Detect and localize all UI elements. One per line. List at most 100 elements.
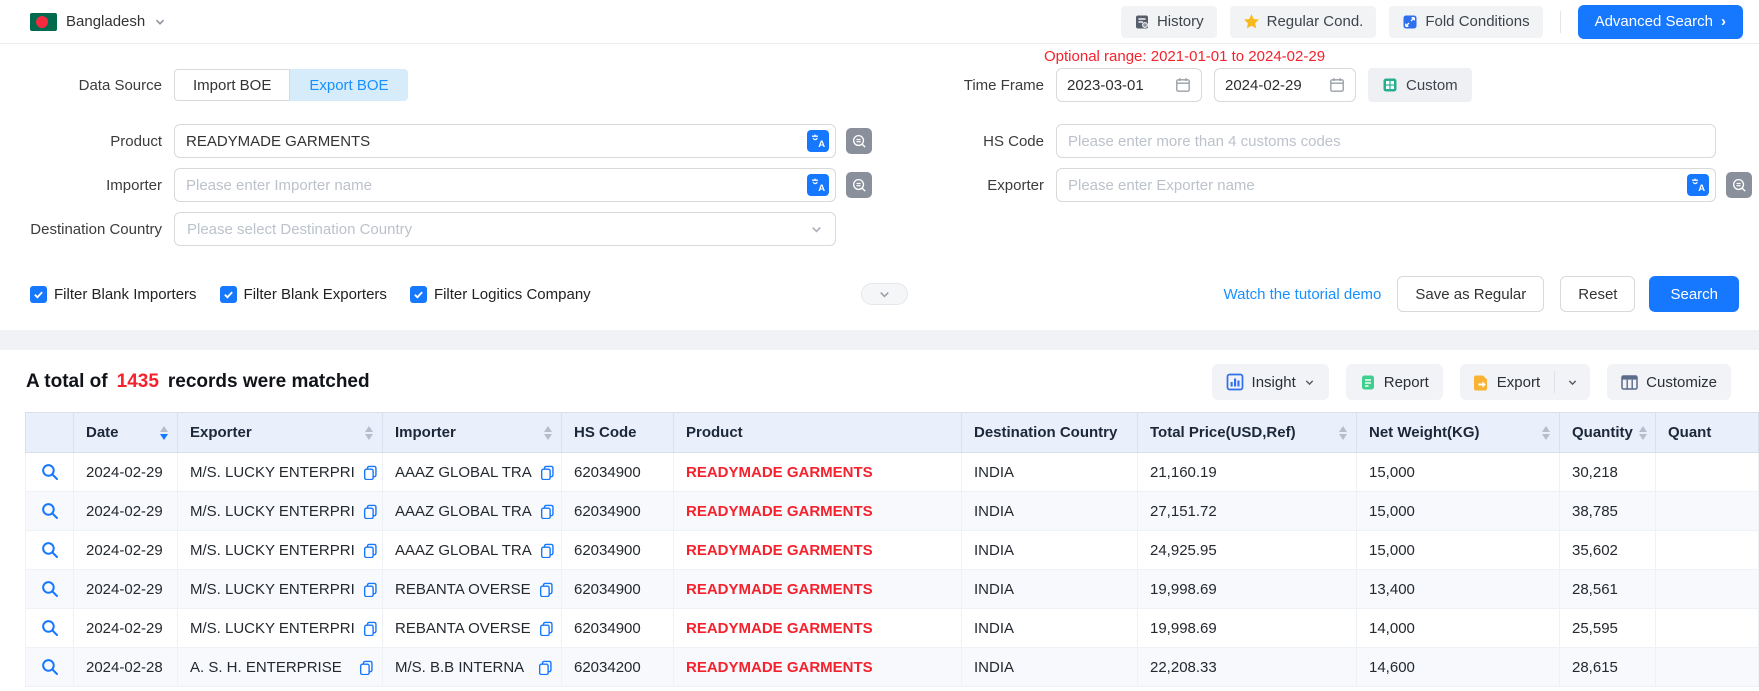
cell-importer: AAAZ GLOBAL TRA <box>383 531 562 570</box>
row-detail-search-icon[interactable] <box>41 580 59 598</box>
tab-import-boe[interactable]: Import BOE <box>174 69 290 101</box>
copy-icon[interactable] <box>540 465 555 480</box>
cell-exporter: M/S. LUCKY ENTERPRI <box>178 453 383 492</box>
col-header-product: Product <box>674 413 962 453</box>
copy-icon[interactable] <box>539 582 554 597</box>
regular-cond-button[interactable]: Regular Cond. <box>1230 6 1377 38</box>
cell-actions <box>26 648 74 687</box>
cell-exporter: M/S. LUCKY ENTERPRI <box>178 531 383 570</box>
fuzzy-match-icon[interactable] <box>846 128 872 154</box>
results-total-text: A total of1435records were matched <box>26 371 370 393</box>
customize-label: Customize <box>1646 374 1717 391</box>
report-button[interactable]: Report <box>1346 364 1443 400</box>
product-input[interactable] <box>174 124 836 158</box>
table-row: 2024-02-29 M/S. LUCKY ENTERPRI AAAZ GLOB… <box>26 492 1759 531</box>
reset-button[interactable]: Reset <box>1560 276 1635 312</box>
cell-importer: AAAZ GLOBAL TRA <box>383 453 562 492</box>
cell-actions <box>26 492 74 531</box>
export-button[interactable]: Export <box>1460 364 1554 400</box>
advanced-search-button[interactable]: Advanced Search › <box>1578 5 1743 39</box>
insight-button[interactable]: Insight <box>1212 364 1329 400</box>
cell-importer: AAAZ GLOBAL TRA <box>383 492 562 531</box>
filter-blank-importers-checkbox[interactable]: Filter Blank Importers <box>30 286 197 303</box>
custom-range-button[interactable]: Custom <box>1368 68 1472 102</box>
tab-export-boe[interactable]: Export BOE <box>290 69 407 101</box>
col-header-date: Date <box>74 413 178 453</box>
calendar-icon <box>1329 77 1345 93</box>
collapse-conditions-button[interactable] <box>861 283 908 305</box>
end-date-input[interactable]: 2024-02-29 <box>1214 68 1356 102</box>
cell-net-weight: 15,000 <box>1357 492 1560 531</box>
customize-button[interactable]: Customize <box>1607 364 1731 400</box>
export-menu-button[interactable] <box>1555 364 1590 400</box>
copy-icon[interactable] <box>363 621 378 636</box>
save-as-regular-button[interactable]: Save as Regular <box>1397 276 1544 312</box>
row-detail-search-icon[interactable] <box>41 619 59 637</box>
sort-icon[interactable] <box>538 426 552 440</box>
cell-total-price: 21,160.19 <box>1138 453 1357 492</box>
filter-logistics-company-checkbox[interactable]: Filter Logitics Company <box>410 286 591 303</box>
results-header: A total of1435records were matched Insig… <box>0 350 1759 400</box>
total-count: 1435 <box>108 371 168 392</box>
copy-icon[interactable] <box>539 621 554 636</box>
copy-icon[interactable] <box>359 660 374 675</box>
translate-icon[interactable]: A <box>1687 174 1709 196</box>
svg-text:A: A <box>818 139 825 149</box>
copy-icon[interactable] <box>363 582 378 597</box>
cell-product: READYMADE GARMENTS <box>674 453 962 492</box>
country-selector[interactable]: Bangladesh <box>30 13 166 31</box>
row-detail-search-icon[interactable] <box>41 502 59 520</box>
data-source-segmented: Import BOE Export BOE <box>174 69 408 101</box>
sort-icon[interactable] <box>1333 426 1347 440</box>
advanced-search-label: Advanced Search <box>1595 13 1713 30</box>
copy-icon[interactable] <box>363 543 378 558</box>
copy-icon[interactable] <box>363 465 378 480</box>
col-header-quantity: Quantity <box>1560 413 1656 453</box>
importer-input[interactable] <box>174 168 836 202</box>
export-label: Export <box>1497 374 1540 391</box>
translate-icon[interactable]: A <box>807 174 829 196</box>
insight-chart-icon <box>1226 373 1244 391</box>
tutorial-demo-link[interactable]: Watch the tutorial demo <box>1224 286 1382 303</box>
hs-code-input[interactable] <box>1056 124 1716 158</box>
table-row: 2024-02-29 M/S. LUCKY ENTERPRI REBANTA O… <box>26 609 1759 648</box>
destination-country-label: Destination Country <box>0 221 174 238</box>
sort-icon[interactable] <box>1536 426 1550 440</box>
history-label: History <box>1157 13 1204 30</box>
fuzzy-match-icon[interactable] <box>846 172 872 198</box>
sort-icon[interactable] <box>154 426 168 440</box>
translate-icon[interactable]: A <box>807 130 829 152</box>
results-actions: Insight Report Export <box>1212 364 1731 400</box>
history-button[interactable]: History <box>1121 6 1217 38</box>
app-root: Bangladesh History Regular Cond. Fold Co… <box>0 0 1759 691</box>
start-date-input[interactable]: 2023-03-01 <box>1056 68 1202 102</box>
copy-icon[interactable] <box>538 660 553 675</box>
cell-actions <box>26 453 74 492</box>
col-header-total-price: Total Price(USD,Ref) <box>1138 413 1357 453</box>
cell-net-weight: 15,000 <box>1357 531 1560 570</box>
filter-blank-exporters-checkbox[interactable]: Filter Blank Exporters <box>220 286 387 303</box>
report-label: Report <box>1384 374 1429 391</box>
destination-country-select[interactable]: Please select Destination Country <box>174 212 836 246</box>
search-form: Optional range: 2021-01-01 to 2024-02-29… <box>0 44 1759 312</box>
search-button[interactable]: Search <box>1649 276 1739 312</box>
row-detail-search-icon[interactable] <box>41 658 59 676</box>
insight-label: Insight <box>1252 374 1296 391</box>
sort-icon[interactable] <box>359 426 373 440</box>
copy-icon[interactable] <box>540 504 555 519</box>
copy-icon[interactable] <box>363 504 378 519</box>
cell-product: READYMADE GARMENTS <box>674 492 962 531</box>
chevron-down-icon <box>878 288 891 301</box>
sort-icon[interactable] <box>1633 426 1647 440</box>
fold-conditions-button[interactable]: Fold Conditions <box>1389 6 1542 38</box>
table-row: 2024-02-29 M/S. LUCKY ENTERPRI AAAZ GLOB… <box>26 531 1759 570</box>
cell-quantity-unit <box>1656 531 1759 570</box>
exporter-input[interactable] <box>1056 168 1716 202</box>
copy-icon[interactable] <box>540 543 555 558</box>
row-detail-search-icon[interactable] <box>41 463 59 481</box>
filter-row: Filter Blank Importers Filter Blank Expo… <box>0 276 1759 312</box>
fuzzy-match-icon[interactable] <box>1726 172 1752 198</box>
report-icon <box>1360 374 1376 391</box>
cell-importer: M/S. B.B INTERNA <box>383 648 562 687</box>
row-detail-search-icon[interactable] <box>41 541 59 559</box>
